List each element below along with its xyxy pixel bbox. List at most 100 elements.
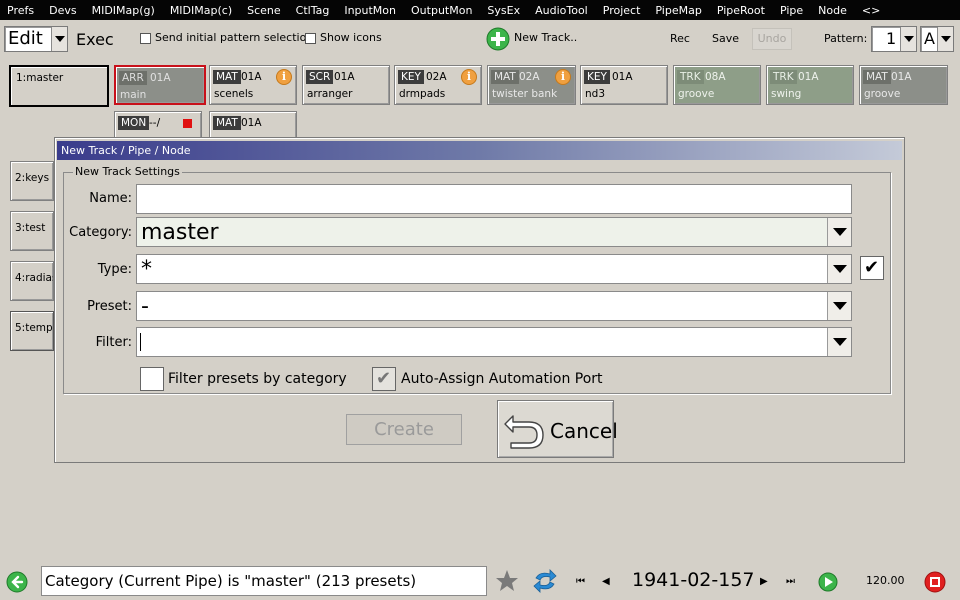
stop-icon[interactable] <box>924 571 946 593</box>
status-message: Category (Current Pipe) is "master" (213… <box>41 566 487 596</box>
track-button[interactable]: MAT 01A scenels i <box>209 65 297 105</box>
cancel-button[interactable]: Cancel <box>497 400 618 458</box>
menu-item[interactable]: PipeRoot <box>710 4 765 17</box>
pattern-letter-value: A <box>924 29 935 48</box>
save-button[interactable]: Save <box>712 32 739 45</box>
filter-label: Filter: <box>95 335 132 350</box>
menu-item[interactable]: Prefs <box>0 4 34 17</box>
show-icons-checkbox[interactable] <box>305 33 316 44</box>
type-select[interactable]: * <box>136 254 852 284</box>
track-row-button[interactable]: 2:keys <box>10 161 54 201</box>
track-name: drmpads <box>399 88 446 100</box>
record-indicator-icon <box>183 119 192 128</box>
create-button[interactable]: Create <box>346 414 462 445</box>
chevron-down-icon[interactable] <box>937 27 953 51</box>
type-checkbox[interactable]: ✔ <box>860 256 884 280</box>
song-position: 1941-02-157 <box>632 569 755 591</box>
track-row-label: 3:test <box>15 222 46 234</box>
track-name: twister bank <box>492 88 558 100</box>
skip-to-end-icon[interactable]: ⏭ <box>786 576 795 587</box>
chevron-down-icon[interactable] <box>827 328 851 356</box>
track-button[interactable]: MAT 02A twister bank i <box>487 65 576 105</box>
track-type-tag: MAT <box>213 70 241 84</box>
track-button[interactable]: TRK 08A groove <box>673 65 761 105</box>
menu-item[interactable]: Pipe <box>773 4 803 17</box>
pattern-label: Pattern: <box>824 32 868 45</box>
menu-item[interactable]: OutputMon <box>404 4 472 17</box>
menu-item[interactable]: Scene <box>240 4 281 17</box>
exec-button[interactable]: Exec <box>76 30 114 49</box>
menu-item[interactable]: Project <box>596 4 641 17</box>
track-type-tag: MON <box>118 116 150 130</box>
track-button[interactable]: ARR 01A main <box>114 65 206 105</box>
track-row-button[interactable]: 5:tempe <box>10 311 54 351</box>
track-name: scenels <box>214 88 254 100</box>
auto-assign-checkbox[interactable]: ✔ <box>372 367 396 391</box>
step-back-icon[interactable]: ◀ <box>602 576 610 587</box>
track-name: swing <box>771 88 802 100</box>
track-pattern: 01A <box>891 71 912 83</box>
menu-item[interactable]: <> <box>855 4 880 17</box>
track-type-tag: KEY <box>398 70 424 84</box>
track-row-button[interactable]: 3:test <box>10 211 54 251</box>
name-field[interactable] <box>136 184 852 214</box>
toolbar: Edit Exec Send initial pattern selection… <box>0 20 960 58</box>
category-select[interactable]: master <box>136 217 852 247</box>
track-master[interactable]: 1:master <box>9 65 109 107</box>
chevron-down-icon[interactable] <box>827 218 851 246</box>
filter-by-category-checkbox[interactable] <box>140 367 164 391</box>
auto-assign-label: Auto-Assign Automation Port <box>401 371 603 387</box>
menu-item[interactable]: AudioTool <box>528 4 588 17</box>
menu-item[interactable]: CtlTag <box>289 4 330 17</box>
menu-item[interactable]: SysEx <box>480 4 520 17</box>
cancel-label: Cancel <box>550 419 618 443</box>
undo-button[interactable]: Undo <box>752 28 792 50</box>
menu-item[interactable]: MIDIMap(c) <box>163 4 232 17</box>
chevron-down-icon[interactable] <box>827 255 851 283</box>
checkmark-icon: ✔ <box>376 368 392 389</box>
track-button[interactable]: MAT 01A groove <box>859 65 948 105</box>
track-name: arranger <box>307 88 353 100</box>
sync-icon[interactable] <box>532 568 558 594</box>
menu-item[interactable]: PipeMap <box>648 4 701 17</box>
new-track-dialog: New Track / Pipe / Node New Track Settin… <box>54 137 905 463</box>
back-arrow-icon[interactable] <box>6 571 28 593</box>
menu-item[interactable]: Devs <box>42 4 76 17</box>
track-button[interactable]: KEY 02A drmpads i <box>394 65 482 105</box>
track-pattern: 01A <box>334 71 355 83</box>
star-icon[interactable] <box>494 568 520 594</box>
chevron-down-icon[interactable] <box>827 292 851 320</box>
chevron-down-icon[interactable] <box>51 27 67 51</box>
track-button[interactable]: SCR 01A arranger <box>302 65 390 105</box>
track-button[interactable]: TRK 01A swing <box>766 65 854 105</box>
send-initial-label: Send initial pattern selection <box>155 31 314 44</box>
mode-select[interactable]: Edit <box>4 26 68 52</box>
menu-item[interactable]: Node <box>811 4 847 17</box>
chevron-down-icon[interactable] <box>900 27 916 51</box>
pattern-number-value: 1 <box>886 29 897 48</box>
send-initial-checkbox[interactable] <box>140 33 151 44</box>
preset-select[interactable]: - <box>136 291 852 321</box>
pattern-letter-select[interactable]: A <box>920 26 954 52</box>
track-pattern: 02A <box>426 71 447 83</box>
track-row-button[interactable]: 4:radias <box>10 261 54 301</box>
skip-to-start-icon[interactable]: ⏮ <box>576 576 585 587</box>
status-bar: Category (Current Pipe) is "master" (213… <box>0 564 960 600</box>
track-type-tag: MAT <box>213 116 241 130</box>
menu-item[interactable]: MIDIMap(g) <box>85 4 155 17</box>
menu-item[interactable]: InputMon <box>337 4 396 17</box>
mode-value: Edit <box>8 28 43 49</box>
track-button[interactable]: KEY 01A nd3 <box>580 65 668 105</box>
new-track-settings-group: New Track Settings Name: Category: maste… <box>63 165 891 394</box>
pattern-number-select[interactable]: 1 <box>871 26 917 52</box>
play-icon[interactable] <box>818 572 838 592</box>
track-name: nd3 <box>585 88 606 100</box>
filter-input[interactable] <box>136 327 852 357</box>
track-type-tag: TRK <box>770 70 797 84</box>
tempo-display[interactable]: 120.00 <box>866 574 905 587</box>
track-type-tag: SCR <box>306 70 334 84</box>
new-track-button[interactable]: New Track.. <box>486 26 577 52</box>
step-forward-icon[interactable]: ▶ <box>760 576 768 587</box>
track-pattern: 01A <box>150 72 171 84</box>
rec-button[interactable]: Rec <box>670 32 690 45</box>
